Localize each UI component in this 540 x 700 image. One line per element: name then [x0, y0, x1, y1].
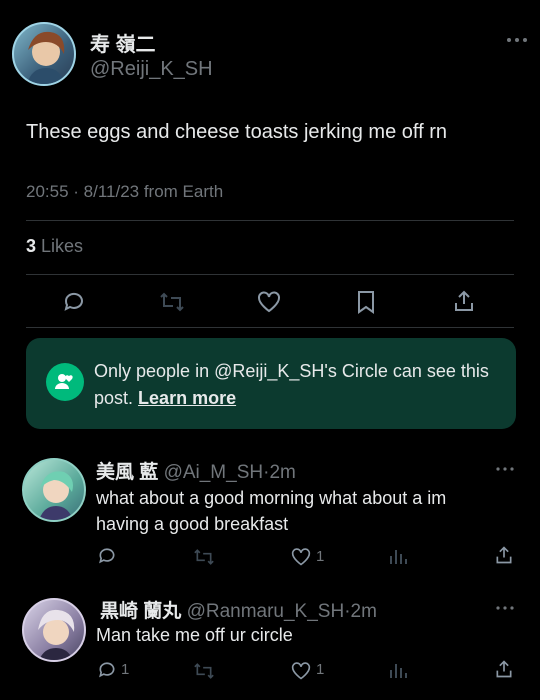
- reply-avatar[interactable]: [22, 458, 86, 522]
- reply-icon[interactable]: [62, 290, 86, 314]
- reply-count: 1: [121, 661, 130, 678]
- reply-text-line: what about a good morning what about a i…: [96, 488, 447, 508]
- like-icon[interactable]: [290, 547, 312, 567]
- author-handle[interactable]: @Reiji_K_SH: [90, 58, 213, 81]
- analytics-icon[interactable]: [389, 546, 407, 566]
- circle-notice: Only people in @Reiji_K_SH's Circle can …: [26, 338, 516, 429]
- like-count: 1: [316, 548, 325, 565]
- divider: [26, 220, 514, 221]
- reply-header: 黒崎 蘭丸 @Ranmaru_K_SH·2m: [100, 596, 377, 623]
- reply-display-name[interactable]: 黒崎 蘭丸: [100, 601, 181, 622]
- likes-label: Likes: [41, 236, 84, 256]
- post-meta: 20:55 · 8/11/23 from Earth: [26, 182, 224, 201]
- reply-handle[interactable]: @Ai_M_SH: [164, 462, 264, 483]
- share-icon[interactable]: [494, 545, 514, 565]
- divider: [26, 327, 514, 328]
- like-icon[interactable]: [256, 290, 282, 314]
- reply-text: what about a good morning what about a i…: [96, 485, 446, 537]
- post-text: These eggs and cheese toasts jerking me …: [26, 121, 447, 143]
- reply-avatar[interactable]: [22, 598, 86, 662]
- retweet-icon[interactable]: [193, 661, 215, 681]
- analytics-icon[interactable]: [389, 660, 407, 680]
- share-icon[interactable]: [494, 659, 514, 679]
- share-icon[interactable]: [452, 289, 476, 313]
- likes-count: 3: [26, 236, 37, 256]
- likes-summary[interactable]: 3 Likes: [26, 236, 83, 257]
- circle-people-icon: [46, 363, 84, 401]
- author-display-name[interactable]: 寿 嶺二: [90, 28, 156, 57]
- reply-time: 2m: [269, 462, 296, 483]
- reply-icon[interactable]: [97, 660, 117, 680]
- reply-icon[interactable]: [97, 546, 117, 566]
- retweet-icon[interactable]: [193, 547, 215, 567]
- divider: [26, 274, 514, 275]
- reply-display-name[interactable]: 美風 藍: [96, 462, 158, 483]
- like-count: 1: [316, 661, 325, 678]
- reply-handle[interactable]: @Ranmaru_K_SH: [187, 601, 345, 622]
- reply-time: 2m: [350, 601, 377, 622]
- reply-text: Man take me off ur circle: [96, 625, 293, 645]
- retweet-icon[interactable]: [159, 290, 185, 314]
- bookmark-icon[interactable]: [355, 289, 377, 315]
- more-horizontal-icon[interactable]: [506, 36, 528, 44]
- learn-more-link[interactable]: Learn more: [138, 388, 236, 408]
- reply-text-line: having a good breakfast: [96, 514, 289, 534]
- like-icon[interactable]: [290, 661, 312, 681]
- more-horizontal-icon[interactable]: [496, 605, 514, 611]
- circle-notice-text: Only people in @Reiji_K_SH's Circle can …: [94, 358, 494, 412]
- author-avatar[interactable]: [12, 22, 76, 86]
- more-horizontal-icon[interactable]: [496, 466, 514, 472]
- reply-header: 美風 藍 @Ai_M_SH·2m: [96, 457, 296, 484]
